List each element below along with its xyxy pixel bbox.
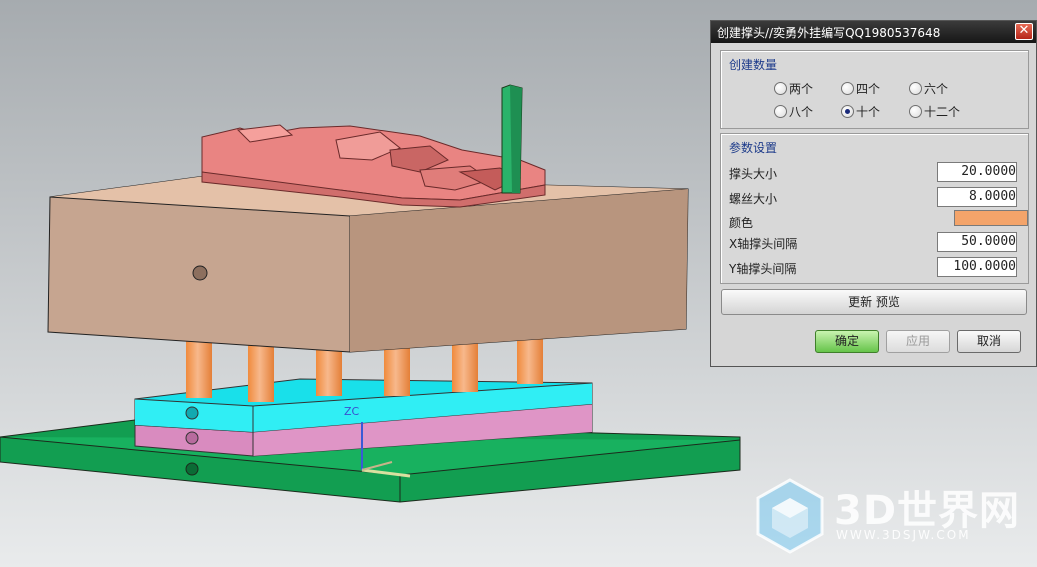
dialog-titlebar[interactable]: 创建撑头//奕勇外挂编写QQ1980537648 ✕: [711, 21, 1036, 43]
color-label: 颜色: [729, 216, 754, 230]
cancel-button[interactable]: 取消: [957, 330, 1021, 353]
radio-label: 四个: [856, 82, 881, 96]
update-preview-button[interactable]: 更新 预览: [721, 289, 1027, 315]
radio-circle-icon: [909, 105, 922, 118]
mold-plate: [47, 175, 689, 353]
close-button[interactable]: ✕: [1015, 23, 1033, 40]
cube-logo-icon: [756, 478, 824, 554]
watermark: 3D世界网 WWW.3DSJW.COM: [752, 476, 1032, 556]
wcs-label: ZC: [344, 405, 360, 418]
ok-button[interactable]: 确定: [815, 330, 879, 353]
x-spacing-input[interactable]: 50.0000: [937, 232, 1017, 252]
radio-eight[interactable]: 八个: [774, 103, 813, 120]
radio-label: 十个: [856, 105, 881, 119]
radio-label: 十二个: [924, 105, 961, 119]
bolt-hole: [185, 431, 199, 445]
screw-size-input[interactable]: 8.0000: [937, 187, 1017, 207]
radio-circle-icon: [909, 82, 922, 95]
radio-circle-icon: [774, 82, 787, 95]
bolt-hole: [185, 462, 199, 476]
radio-label: 八个: [789, 105, 814, 119]
radio-two[interactable]: 两个: [774, 80, 813, 97]
head-size-label: 撑头大小: [729, 167, 778, 181]
x-spacing-label: X轴撑头间隔: [729, 237, 798, 251]
radio-four[interactable]: 四个: [841, 80, 880, 97]
head-size-input[interactable]: 20.0000: [937, 162, 1017, 182]
color-swatch[interactable]: [954, 210, 1028, 226]
radio-circle-icon: [841, 82, 854, 95]
dialog-title: 创建撑头//奕勇外挂编写QQ1980537648: [717, 26, 941, 40]
radio-label: 六个: [924, 82, 949, 96]
radio-ten[interactable]: 十个: [841, 103, 880, 120]
radio-twelve[interactable]: 十二个: [909, 103, 960, 120]
screw-size-label: 螺丝大小: [729, 192, 778, 206]
radio-six[interactable]: 六个: [909, 80, 948, 97]
quantity-group-title: 创建数量: [729, 58, 778, 72]
bolt-hole: [192, 265, 208, 281]
params-group-title: 参数设置: [729, 141, 778, 155]
green-post: [501, 84, 523, 194]
quantity-group: 创建数量 两个 四个 六个 八个 十个 十二个: [720, 50, 1029, 129]
watermark-url: WWW.3DSJW.COM: [836, 528, 971, 542]
create-support-dialog: 创建撑头//奕勇外挂编写QQ1980537648 ✕ 创建数量 两个 四个 六个…: [710, 20, 1037, 367]
bolt-hole: [185, 406, 199, 420]
radio-circle-icon: [774, 105, 787, 118]
close-icon: ✕: [1018, 23, 1030, 38]
params-group: 参数设置 撑头大小 20.0000 螺丝大小 8.0000 颜色 X轴撑头间隔 …: [720, 133, 1029, 284]
y-spacing-label: Y轴撑头间隔: [729, 262, 797, 276]
radio-label: 两个: [789, 82, 814, 96]
y-spacing-input[interactable]: 100.0000: [937, 257, 1017, 277]
apply-button[interactable]: 应用: [886, 330, 950, 353]
radio-selected-icon: [841, 105, 854, 118]
